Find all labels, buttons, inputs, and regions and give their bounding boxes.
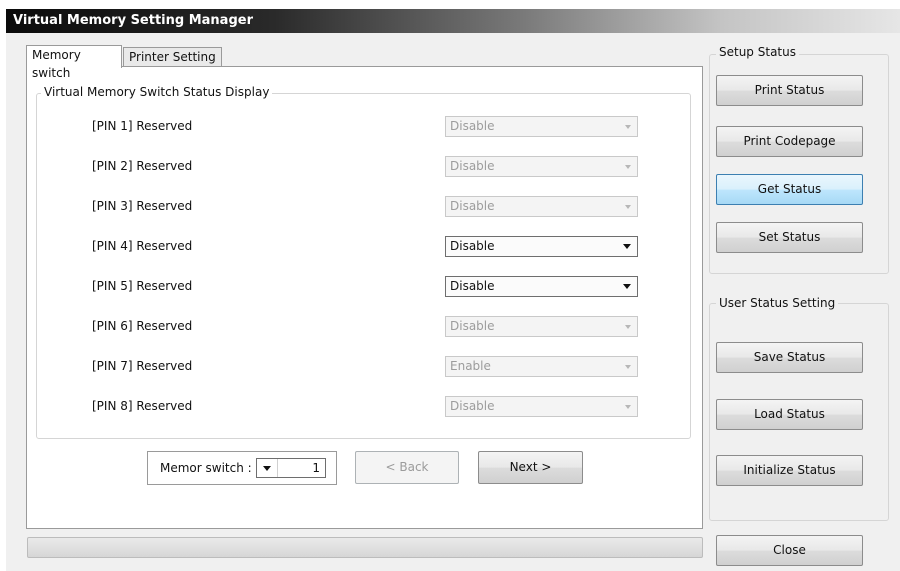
pin-8-label: [PIN 8] Reserved xyxy=(92,399,193,413)
pin-1-select[interactable]: Disable xyxy=(445,116,638,137)
app-window: Virtual Memory Setting Manager Memory sw… xyxy=(6,9,900,571)
chevron-down-icon xyxy=(625,165,631,169)
pin-2-value: Disable xyxy=(450,159,495,173)
title-bar: Virtual Memory Setting Manager xyxy=(6,9,900,33)
tab-printer-setting[interactable]: Printer Setting xyxy=(123,47,222,66)
memor-switch-select[interactable]: 1 xyxy=(256,458,326,478)
pin-5-select[interactable]: Disable xyxy=(445,276,638,297)
pin-7-select[interactable]: Enable xyxy=(445,356,638,377)
chevron-down-icon xyxy=(623,284,631,289)
pin-6-select[interactable]: Disable xyxy=(445,316,638,337)
print-codepage-button[interactable]: Print Codepage xyxy=(716,126,863,157)
memor-switch-box: Memor switch : 1 xyxy=(147,451,337,485)
status-display-group: Virtual Memory Switch Status Display xyxy=(36,85,691,439)
window-title: Virtual Memory Setting Manager xyxy=(13,13,253,28)
memor-switch-value: 1 xyxy=(312,461,320,475)
pin-5-label: [PIN 5] Reserved xyxy=(92,279,193,293)
load-status-button[interactable]: Load Status xyxy=(716,399,863,430)
pin-1-label: [PIN 1] Reserved xyxy=(92,119,193,133)
pin-4-label: [PIN 4] Reserved xyxy=(92,239,193,253)
chevron-down-icon xyxy=(623,244,631,249)
pin-4-value: Disable xyxy=(450,239,495,253)
pin-3-select[interactable]: Disable xyxy=(445,196,638,217)
pin-1-value: Disable xyxy=(450,119,495,133)
close-button[interactable]: Close xyxy=(716,535,863,566)
chevron-down-icon xyxy=(625,325,631,329)
chevron-down-icon xyxy=(625,365,631,369)
back-button[interactable]: < Back xyxy=(355,451,459,484)
pin-7-label: [PIN 7] Reserved xyxy=(92,359,193,373)
pin-8-value: Disable xyxy=(450,399,495,413)
pin-6-label: [PIN 6] Reserved xyxy=(92,319,193,333)
status-display-group-label: Virtual Memory Switch Status Display xyxy=(41,85,273,99)
pin-5-value: Disable xyxy=(450,279,495,293)
chevron-down-icon xyxy=(625,405,631,409)
tab-memory-switch[interactable]: Memory switch xyxy=(26,45,122,80)
pin-7-value: Enable xyxy=(450,359,491,373)
initialize-status-button[interactable]: Initialize Status xyxy=(716,455,863,486)
set-status-button[interactable]: Set Status xyxy=(716,222,863,253)
user-status-label: User Status Setting xyxy=(716,296,839,310)
next-button[interactable]: Next > xyxy=(478,451,583,484)
setup-status-label: Setup Status xyxy=(716,45,799,59)
pin-3-value: Disable xyxy=(450,199,495,213)
pin-2-select[interactable]: Disable xyxy=(445,156,638,177)
chevron-down-icon xyxy=(625,125,631,129)
get-status-button[interactable]: Get Status xyxy=(716,174,863,205)
spin-divider xyxy=(277,459,278,477)
pin-4-select[interactable]: Disable xyxy=(445,236,638,257)
memor-switch-label: Memor switch : xyxy=(160,461,252,475)
pin-6-value: Disable xyxy=(450,319,495,333)
chevron-down-icon xyxy=(263,466,271,471)
pin-3-label: [PIN 3] Reserved xyxy=(92,199,193,213)
chevron-down-icon xyxy=(625,205,631,209)
save-status-button[interactable]: Save Status xyxy=(716,342,863,373)
print-status-button[interactable]: Print Status xyxy=(716,75,863,106)
progress-bar xyxy=(27,537,703,558)
pin-8-select[interactable]: Disable xyxy=(445,396,638,417)
pin-2-label: [PIN 2] Reserved xyxy=(92,159,193,173)
